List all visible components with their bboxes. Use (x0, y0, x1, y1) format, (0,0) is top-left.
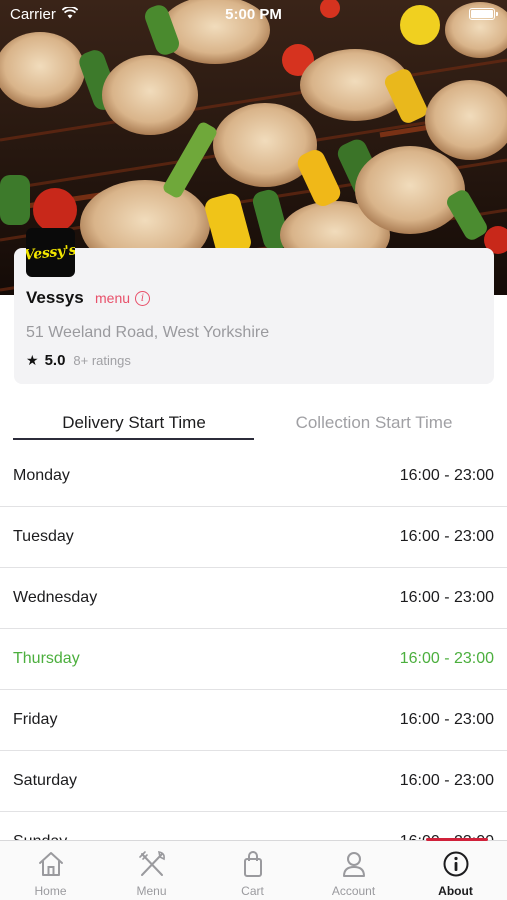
info-icon (443, 851, 469, 877)
tab-bar: Home Menu Cart Account About (0, 840, 507, 900)
hours-label: 16:00 - 23:00 (399, 467, 494, 484)
ratings-count: 8+ ratings (73, 353, 131, 368)
fork-knife-icon (139, 851, 165, 876)
logo-text: Vessy's (26, 241, 75, 264)
home-icon (39, 852, 63, 876)
day-label: Saturday (13, 772, 78, 789)
tab-collection-start-time[interactable]: Collection Start Time (254, 413, 494, 433)
day-label: Thursday (13, 650, 80, 667)
list-item: Wednesday 16:00 - 23:00 (0, 568, 507, 629)
day-label: Wednesday (13, 589, 98, 606)
list-item: Friday 16:00 - 23:00 (0, 690, 507, 751)
battery-icon (469, 8, 498, 20)
day-label: Tuesday (13, 528, 74, 545)
tab-about-label: About (438, 884, 473, 898)
day-label: Friday (13, 711, 58, 728)
day-label: Monday (13, 467, 70, 484)
restaurant-address: 51 Weeland Road, West Yorkshire (26, 324, 270, 341)
tab-home-label: Home (34, 884, 67, 898)
tab-cart[interactable]: Cart (202, 841, 303, 900)
hours-label: 16:00 - 23:00 (399, 589, 494, 606)
tab-menu[interactable]: Menu (101, 841, 202, 900)
restaurant-name: Vessys (26, 288, 84, 307)
tab-about[interactable]: About (405, 841, 506, 900)
hours-label: 16:00 - 23:00 (399, 528, 494, 545)
list-item-today: Thursday 16:00 - 23:00 (0, 629, 507, 690)
rating-value: 5.0 (44, 352, 66, 369)
restaurant-logo: Vessy's (26, 228, 75, 277)
tab-delivery-start-time[interactable]: Delivery Start Time (14, 413, 254, 433)
menu-info-link[interactable]: menu i (95, 290, 151, 306)
rating: ★ 5.0 8+ ratings (26, 352, 131, 369)
opening-hours-list: Monday 16:00 - 23:00 Tuesday 16:00 - 23:… (0, 446, 507, 852)
hours-label: 16:00 - 23:00 (399, 711, 494, 728)
status-bar: Carrier 5:00 PM (0, 0, 507, 28)
tab-account[interactable]: Account (303, 841, 404, 900)
tab-account-label: Account (331, 884, 376, 898)
tab-cart-label: Cart (241, 884, 264, 898)
list-item: Tuesday 16:00 - 23:00 (0, 507, 507, 568)
status-time: 5:00 PM (225, 6, 282, 23)
user-icon (343, 852, 365, 877)
star-icon: ★ (26, 352, 39, 368)
info-icon: i (135, 290, 151, 306)
hours-label: 16:00 - 23:00 (399, 772, 494, 789)
menu-link-label: menu (95, 290, 131, 306)
hours-tabs: Delivery Start Time Collection Start Tim… (0, 400, 507, 442)
hours-label: 16:00 - 23:00 (399, 650, 494, 667)
tab-menu-label: Menu (136, 884, 167, 898)
tab-bar-accent (426, 838, 488, 841)
tab-home[interactable]: Home (0, 841, 101, 900)
shopping-bag-icon (244, 851, 262, 877)
active-tab-indicator (13, 438, 254, 440)
list-item: Monday 16:00 - 23:00 (0, 446, 507, 507)
list-item: Saturday 16:00 - 23:00 (0, 751, 507, 812)
